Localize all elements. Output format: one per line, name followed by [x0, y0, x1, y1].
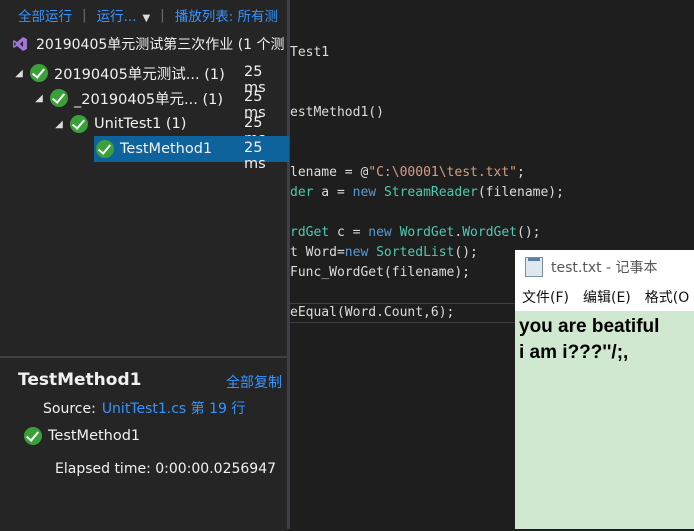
source-label: Source:: [43, 401, 96, 417]
code-keyword: new: [368, 225, 392, 240]
code-type: WordGet: [462, 225, 518, 240]
passed-check-icon: [24, 427, 42, 445]
playlist-dropdown[interactable]: 播放列表: 所有测: [175, 5, 278, 25]
chevron-down-icon: ▼: [142, 13, 151, 24]
notepad-title: test.txt - 记事本: [551, 259, 658, 276]
notepad-menubar: 文件(F) 编辑(E) 格式(O: [515, 283, 694, 311]
details-result: TestMethod1: [24, 427, 140, 445]
code-keyword: new: [352, 185, 377, 200]
test-explorer-toolbar: 全部运行 | 运行... ▼ | 播放列表: 所有测: [0, 0, 287, 30]
notepad-text-area[interactable]: you are beatiful i am i???''/;,: [515, 311, 694, 529]
code-line-func: Func_WordGet(filename);: [290, 265, 471, 280]
run-dropdown-label: 运行...: [96, 9, 137, 25]
tree-item-label: UnitTest1 (1): [94, 116, 187, 132]
solution-root-item[interactable]: 20190405单元测试第三次作业 (1 个测: [0, 30, 287, 58]
result-name: TestMethod1: [48, 428, 141, 444]
text-line: i am i???''/;,: [519, 342, 629, 363]
solution-root-label: 20190405单元测试第三次作业 (1 个测: [36, 37, 285, 53]
notepad-window: test.txt - 记事本 文件(F) 编辑(E) 格式(O you are …: [515, 250, 694, 529]
code-token: lename = @: [290, 165, 369, 180]
passed-check-icon: [50, 89, 68, 107]
tree-item-label: _20190405单元... (1): [74, 91, 224, 108]
code-line-filename: lename = @"C:\00001\test.txt";: [290, 165, 525, 180]
menu-file[interactable]: 文件(F): [522, 287, 569, 307]
test-explorer-panel: 全部运行 | 运行... ▼ | 播放列表: 所有测 20190405单元测试第三…: [0, 0, 290, 531]
code-type: StreamReader: [383, 185, 478, 200]
toolbar-separator: |: [82, 7, 87, 23]
passed-check-icon: [96, 140, 114, 158]
copy-all-link[interactable]: 全部复制: [226, 372, 282, 392]
passed-check-icon: [70, 115, 88, 133]
notepad-titlebar[interactable]: test.txt - 记事本: [515, 250, 694, 283]
tree-item-label: TestMethod1: [120, 141, 213, 157]
code-string: "C:\00001\test.txt": [368, 165, 517, 180]
code-token: c =: [329, 225, 369, 240]
code-token: (filename);: [477, 185, 564, 200]
tree-item-project[interactable]: ◢ 20190405单元测试... (1): [14, 60, 225, 86]
code-token: t Word=: [290, 245, 345, 260]
code-token: ;: [517, 165, 525, 180]
run-all-button[interactable]: 全部运行: [18, 5, 72, 25]
tree-item-label: 20190405单元测试... (1): [54, 66, 225, 83]
details-title: TestMethod1: [18, 370, 142, 390]
expand-arrow-icon[interactable]: ◢: [34, 93, 44, 104]
expand-arrow-icon[interactable]: ◢: [14, 68, 24, 79]
text-line: you are beatiful: [519, 316, 660, 337]
code-line-sortedlist: t Word=new SortedList();: [290, 245, 478, 260]
passed-check-icon: [30, 64, 48, 82]
run-dropdown[interactable]: 运行... ▼: [97, 5, 151, 25]
details-source: Source: UnitTest1.cs 第 19 行: [43, 398, 245, 418]
code-line-wordget: rdGet c = new WordGet.WordGet();: [290, 225, 541, 240]
code-token: a =: [313, 185, 353, 200]
code-token: ();: [454, 245, 478, 260]
tree-item-namespace[interactable]: ◢ _20190405单元... (1): [34, 85, 223, 111]
code-keyword: new: [344, 245, 369, 260]
elapsed-time: Elapsed time: 0:00:00.0256947: [55, 461, 277, 477]
duration-label: 25 ms: [244, 140, 266, 172]
code-line-method: estMethod1(): [290, 105, 384, 120]
expand-arrow-icon[interactable]: ◢: [54, 119, 64, 130]
code-type: WordGet: [399, 225, 455, 240]
code-line-assert: eEqual(Word.Count,6);: [290, 305, 455, 320]
menu-edit[interactable]: 编辑(E): [583, 287, 631, 307]
code-token: ();: [517, 225, 541, 240]
notepad-icon: [525, 256, 543, 277]
test-details-pane: TestMethod1 全部复制 Source: UnitTest1.cs 第 1…: [0, 356, 287, 531]
code-type: SortedList: [376, 245, 455, 260]
code-line-reader: der a = new StreamReader(filename);: [290, 185, 564, 200]
source-link[interactable]: UnitTest1.cs 第 19 行: [102, 401, 246, 417]
toolbar-separator: |: [160, 7, 165, 23]
code-type: der: [290, 185, 314, 200]
tree-item-class[interactable]: ◢ UnitTest1 (1): [54, 111, 186, 137]
code-line-class: Test1: [290, 45, 330, 60]
menu-format[interactable]: 格式(O: [645, 287, 689, 307]
visual-studio-icon: [13, 37, 27, 51]
code-type: rdGet: [290, 225, 330, 240]
